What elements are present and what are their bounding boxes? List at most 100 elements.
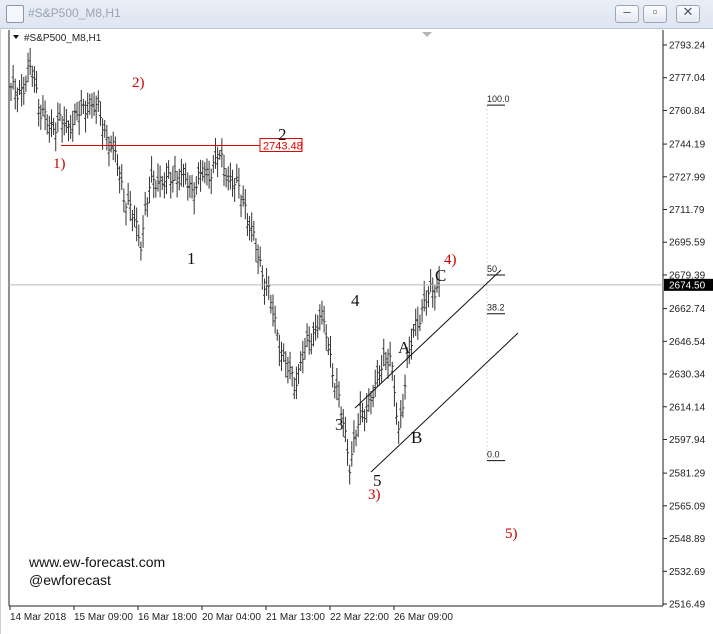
price-bar	[254, 238, 258, 263]
chart-overlay: 2674.502743.48100.05038.20.01)2)3)4)5)12…	[9, 75, 713, 542]
price-bar	[269, 294, 273, 314]
price-bar	[350, 441, 354, 467]
price-bar	[177, 168, 181, 191]
price-bar	[49, 109, 53, 138]
watermark-website: www.ew-forecast.com	[29, 554, 166, 570]
wave-label-black: 4	[351, 291, 360, 310]
price-bar	[403, 374, 407, 400]
price-bar	[69, 114, 73, 140]
price-bar	[237, 167, 241, 199]
price-chart[interactable]: #S&P500_M8,H1 2793.24 2777.04 2760.84 2744.…	[1, 28, 713, 634]
price-bar	[192, 182, 196, 215]
maximize-icon: ▫	[652, 4, 658, 19]
close-button[interactable]: ✕	[676, 4, 700, 23]
price-bar	[203, 162, 207, 184]
price-bar	[299, 351, 303, 372]
price-bar	[28, 47, 32, 75]
price-bar	[128, 191, 132, 222]
price-bar	[173, 155, 177, 181]
fib-level-label: 50	[487, 264, 497, 274]
price-bar	[297, 364, 301, 385]
chart-symbol-label: #S&P500_M8,H1	[24, 33, 102, 44]
price-bar	[58, 103, 62, 121]
price-tick-label: 2727.99	[669, 172, 706, 183]
price-bar	[326, 337, 330, 356]
price-bar	[252, 220, 256, 241]
price-bar	[194, 176, 198, 195]
price-bar	[11, 65, 15, 90]
price-bar	[382, 338, 386, 367]
price-tick-label: 2581.29	[669, 469, 706, 480]
wave-label-black: 5	[373, 471, 382, 490]
price-bar	[311, 321, 315, 347]
price-tick-label: 2760.84	[669, 106, 706, 117]
price-bar	[43, 100, 47, 131]
price-bar	[126, 182, 130, 206]
price-axis: 2793.24 2777.04 2760.84 2744.19 2727.99 2711.…	[663, 41, 706, 611]
price-tick-label: 2777.04	[669, 73, 706, 84]
price-bar	[216, 146, 220, 178]
price-bar	[424, 290, 428, 316]
price-bar	[346, 439, 350, 466]
chart-menu-triangle-icon[interactable]	[13, 35, 19, 39]
price-tick-label: 2532.69	[669, 567, 706, 578]
price-bar	[282, 343, 286, 363]
price-bar	[156, 163, 160, 192]
price-bar	[39, 104, 43, 130]
scroll-marker-icon[interactable]	[422, 32, 432, 37]
time-tick-label: 16 Mar 18:00	[138, 612, 197, 623]
price-bar	[13, 78, 17, 110]
price-bar	[392, 375, 396, 407]
wave-label-red: 1)	[53, 156, 66, 172]
price-bar	[116, 154, 119, 176]
price-bar	[233, 178, 237, 202]
price-bar	[418, 314, 422, 332]
price-bar	[103, 119, 107, 138]
price-bar	[150, 156, 154, 183]
price-bar	[273, 305, 277, 334]
price-bar	[222, 154, 226, 187]
price-bar	[52, 117, 56, 135]
price-bar	[422, 280, 426, 312]
price-bar	[388, 341, 392, 367]
price-bar	[333, 382, 337, 399]
price-bar	[45, 114, 49, 135]
price-bar	[429, 268, 433, 293]
price-bar	[360, 402, 364, 423]
price-bar	[386, 348, 390, 379]
price-bar	[329, 335, 332, 368]
price-bar	[250, 212, 254, 242]
price-bar	[62, 106, 66, 136]
chart-frame[interactable]: #S&P500_M8,H1 2793.24 2777.04 2760.84 2744.…	[0, 28, 713, 634]
price-bar	[32, 66, 36, 93]
price-bar	[56, 102, 60, 133]
price-bar	[231, 169, 235, 197]
price-bar	[9, 82, 13, 102]
price-bar	[433, 284, 437, 311]
price-bar	[73, 103, 77, 126]
price-bar	[309, 333, 313, 355]
price-tick-label: 2793.24	[669, 41, 706, 52]
price-bar	[24, 75, 28, 92]
minimize-button[interactable]: –	[615, 4, 639, 23]
price-bar	[145, 197, 149, 217]
price-bar	[337, 381, 341, 408]
chart-window-icon	[6, 5, 24, 23]
price-bar	[294, 366, 298, 400]
price-bar	[224, 168, 228, 188]
price-tick-label: 2597.94	[669, 435, 706, 446]
time-tick-label: 22 Mar 22:00	[330, 612, 389, 623]
price-bar	[152, 170, 156, 199]
time-tick-label: 15 Mar 09:00	[74, 612, 133, 623]
wave-label-red: 2)	[132, 75, 145, 91]
price-bar	[96, 90, 100, 113]
maximize-button[interactable]: ▫	[643, 4, 667, 23]
price-bar	[426, 286, 430, 308]
price-bar	[226, 166, 230, 191]
price-bar	[137, 224, 141, 247]
price-bar	[35, 70, 39, 94]
price-bar	[243, 189, 247, 220]
price-bar	[124, 202, 128, 226]
price-bar	[107, 136, 111, 167]
price-bar	[190, 174, 194, 199]
